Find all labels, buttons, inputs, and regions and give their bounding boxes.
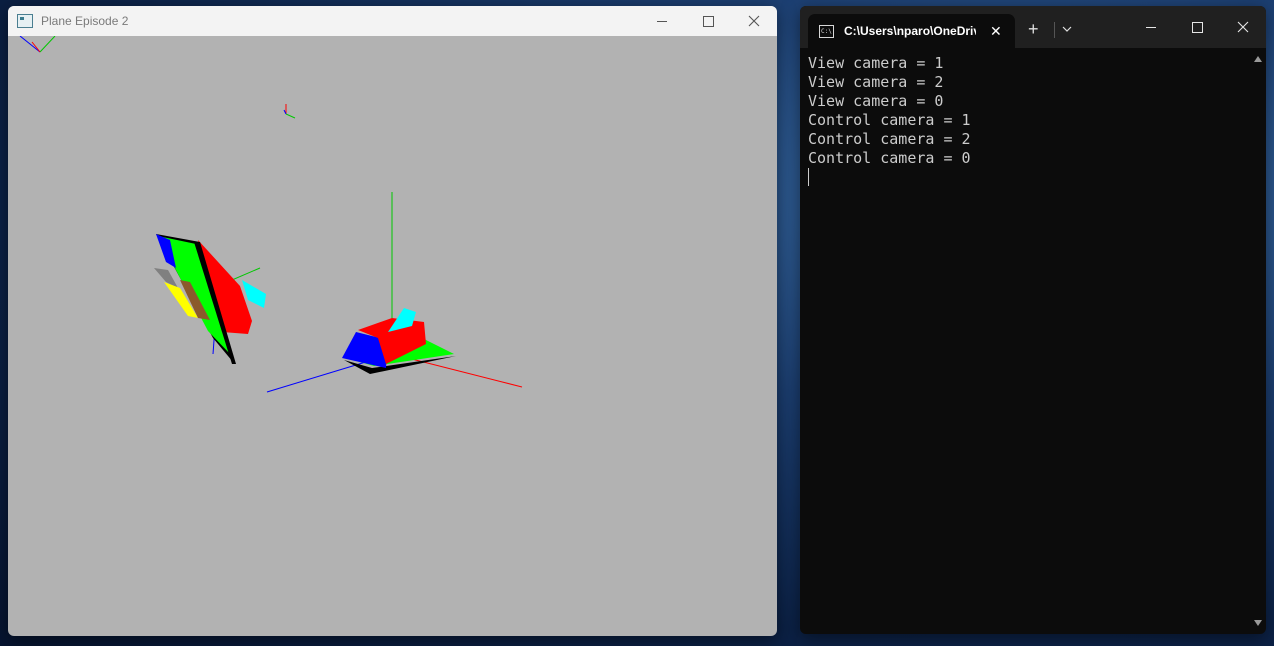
app-icon [17, 14, 33, 28]
chevron-down-icon[interactable] [1061, 23, 1073, 35]
new-tab-button[interactable]: + [1028, 20, 1039, 38]
terminal-output[interactable]: View camera = 1 View camera = 2 View cam… [808, 54, 1246, 634]
close-icon [1237, 21, 1249, 33]
text-cursor [808, 168, 809, 186]
maximize-button[interactable] [685, 6, 731, 36]
terminal-window[interactable]: C:\ C:\Users\nparo\OneDriv ✕ + View came… [800, 6, 1266, 634]
tab-close-icon[interactable]: ✕ [990, 23, 1002, 40]
scroll-down-icon[interactable] [1254, 620, 1262, 626]
terminal-line: Control camera = 0 [808, 149, 971, 167]
terminal-line: Control camera = 2 [808, 130, 971, 148]
scroll-up-icon[interactable] [1254, 56, 1262, 62]
plane-model-tilted [154, 234, 266, 364]
terminal-line: Control camera = 1 [808, 111, 971, 129]
distant-axes [283, 104, 296, 119]
window-title: Plane Episode 2 [41, 14, 129, 28]
close-icon [748, 15, 760, 27]
close-button[interactable] [731, 6, 777, 36]
terminal-scrollbar[interactable] [1252, 52, 1264, 630]
corner-axes [19, 36, 56, 53]
terminal-line: View camera = 2 [808, 73, 944, 91]
minimize-button[interactable] [639, 6, 685, 36]
terminal-minimize-button[interactable] [1128, 6, 1174, 48]
terminal-tab[interactable]: C:\ C:\Users\nparo\OneDriv ✕ [808, 14, 1015, 48]
tab-title: C:\Users\nparo\OneDriv [844, 24, 976, 38]
gl-titlebar[interactable]: Plane Episode 2 [8, 6, 777, 36]
tab-separator [1054, 22, 1055, 38]
terminal-maximize-button[interactable] [1174, 6, 1220, 48]
3d-viewport[interactable] [8, 36, 777, 636]
gl-window[interactable]: Plane Episode 2 [8, 6, 777, 636]
terminal-line: View camera = 1 [808, 54, 944, 72]
terminal-tabbar[interactable]: C:\ C:\Users\nparo\OneDriv ✕ + [800, 6, 1266, 48]
cmd-icon: C:\ [819, 24, 834, 38]
terminal-close-button[interactable] [1220, 6, 1266, 48]
terminal-line: View camera = 0 [808, 92, 944, 110]
